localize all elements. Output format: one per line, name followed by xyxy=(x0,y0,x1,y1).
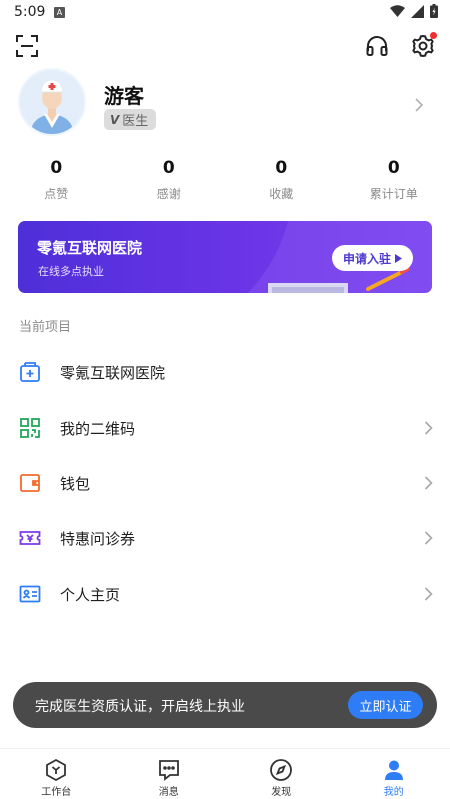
battery-icon xyxy=(430,4,438,18)
chevron-right-icon xyxy=(415,98,424,112)
stat-value: 0 xyxy=(50,158,63,178)
person-icon xyxy=(384,760,403,780)
menu-item-label: 个人主页 xyxy=(60,586,121,604)
stat-value: 0 xyxy=(387,158,400,178)
chevron-right-icon xyxy=(424,587,433,601)
menu-item-coupon[interactable]: 特惠问诊券 xyxy=(0,510,450,566)
wifi-icon xyxy=(390,4,405,17)
chevron-right-icon xyxy=(424,476,433,490)
hospital-banner[interactable]: 零氪互联网医院 在线多点执业 申请入驻 xyxy=(18,221,432,293)
stat-value: 0 xyxy=(275,158,288,178)
profile-name: 游客 xyxy=(104,84,144,108)
verified-mark: V xyxy=(110,112,120,127)
message-icon xyxy=(158,760,179,781)
stat-label: 收藏 xyxy=(269,187,294,201)
compass-icon xyxy=(270,759,292,781)
section-title: 当前项目 xyxy=(19,320,72,335)
scan-icon[interactable] xyxy=(16,35,38,57)
status-bar: 5:09 A xyxy=(0,0,450,26)
toast-text: 完成医生资质认证，开启线上执业 xyxy=(35,699,245,715)
chevron-right-icon xyxy=(424,421,433,435)
menu-item-label: 特惠问诊券 xyxy=(60,530,136,548)
workbench-icon xyxy=(46,758,66,782)
tab-label: 发现 xyxy=(271,787,292,798)
menu-item-qr-code[interactable]: 我的二维码 xyxy=(0,400,450,456)
banner-title: 零氪互联网医院 xyxy=(37,239,143,257)
avatar[interactable] xyxy=(18,68,86,136)
certify-now-button[interactable]: 立即认证 xyxy=(348,691,423,719)
tab-workbench[interactable]: 工作台 xyxy=(0,749,113,799)
signal-icon xyxy=(411,4,424,18)
role-badge-label: 医生 xyxy=(122,114,149,129)
banner-subtitle: 在线多点执业 xyxy=(38,265,104,278)
menu-item-hospital[interactable]: 零氪互联网医院 xyxy=(0,344,450,400)
stat-label: 点赞 xyxy=(44,187,69,201)
coupon-icon xyxy=(19,531,41,545)
tab-mine[interactable]: 我的 xyxy=(338,749,450,799)
stat-likes[interactable]: 0 点赞 xyxy=(0,158,113,206)
tab-label: 消息 xyxy=(158,787,179,798)
apply-join-button[interactable]: 申请入驻 xyxy=(332,245,413,271)
stat-value: 0 xyxy=(162,158,175,178)
stat-label: 感谢 xyxy=(156,187,181,201)
stat-thanks[interactable]: 0 感谢 xyxy=(113,158,226,206)
tab-label: 我的 xyxy=(383,787,404,798)
notification-a-icon: A xyxy=(54,7,65,18)
apply-join-label: 申请入驻 xyxy=(342,251,391,266)
top-bar xyxy=(0,30,450,64)
role-badge: V 医生 xyxy=(104,109,157,130)
certification-toast: 完成医生资质认证，开启线上执业 立即认证 xyxy=(13,682,437,728)
stat-label: 累计订单 xyxy=(369,187,418,201)
notification-badge xyxy=(430,32,437,39)
tab-discover[interactable]: 发现 xyxy=(225,749,338,799)
doctor-avatar-icon xyxy=(20,70,84,134)
tab-label: 工作台 xyxy=(41,787,72,798)
wallet-icon xyxy=(20,474,40,492)
qr-code-icon xyxy=(20,418,40,438)
bottom-nav: 工作台 消息 发现 我的 xyxy=(0,748,450,799)
status-indicators xyxy=(390,4,438,18)
stat-favorites[interactable]: 0 收藏 xyxy=(225,158,338,206)
headset-icon[interactable] xyxy=(365,34,389,58)
settings-button[interactable] xyxy=(410,32,437,59)
menu-item-label: 我的二维码 xyxy=(60,420,136,438)
menu-item-label: 零氪互联网医院 xyxy=(60,364,166,382)
stat-orders[interactable]: 0 累计订单 xyxy=(338,158,450,206)
menu-item-label: 钱包 xyxy=(60,475,91,493)
play-arrow-icon xyxy=(395,253,402,263)
chevron-right-icon xyxy=(424,531,433,545)
menu-item-wallet[interactable]: 钱包 xyxy=(0,455,450,511)
id-card-icon xyxy=(19,585,41,603)
profile-header[interactable]: 游客 V 医生 xyxy=(0,66,450,140)
hospital-icon xyxy=(20,362,40,382)
stats-row: 0 点赞 0 感谢 0 收藏 0 累计订单 xyxy=(0,158,450,206)
menu-item-personal-page[interactable]: 个人主页 xyxy=(0,566,450,622)
status-time: 5:09 xyxy=(14,4,46,20)
tab-messages[interactable]: 消息 xyxy=(113,749,226,799)
